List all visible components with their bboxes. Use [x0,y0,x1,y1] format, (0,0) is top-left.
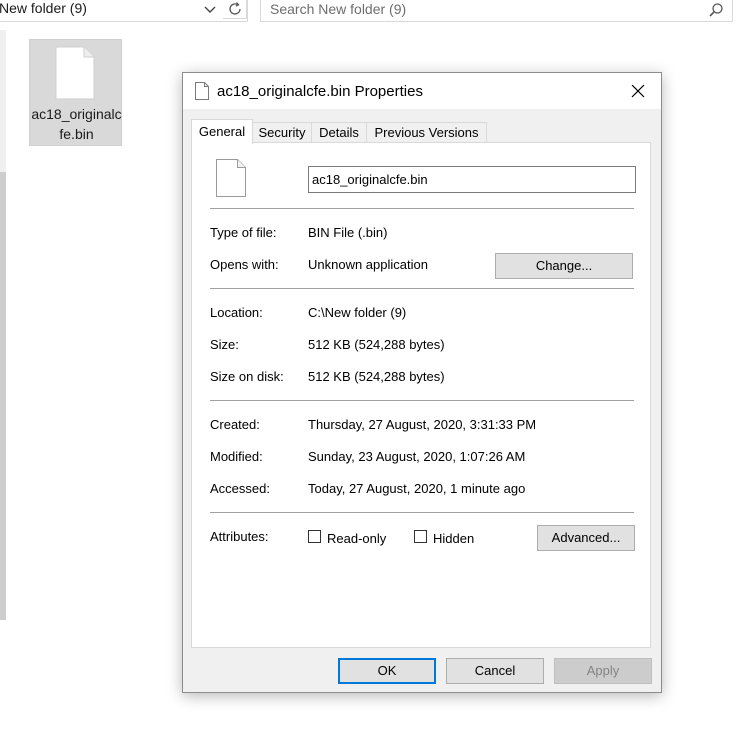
dialog-titlebar[interactable]: ac18_originalcfe.bin Properties [183,73,661,109]
divider [210,208,634,209]
opens-with-label: Opens with: [210,257,279,272]
address-bar[interactable]: New folder (9) [0,0,248,22]
type-value: BIN File (.bin) [308,225,388,240]
location-label: Location: [210,305,263,320]
nav-pane-edge [0,30,6,172]
search-icon [709,3,723,17]
hidden-checkbox[interactable] [414,530,427,543]
refresh-button[interactable] [223,0,247,19]
accessed-value: Today, 27 August, 2020, 1 minute ago [308,481,526,496]
advanced-button[interactable]: Advanced... [537,525,635,551]
dialog-title: ac18_originalcfe.bin Properties [217,83,423,100]
opens-with-value: Unknown application [308,257,428,272]
file-name-field[interactable] [308,166,636,193]
modified-value: Sunday, 23 August, 2020, 1:07:26 AM [308,449,526,464]
close-icon [631,84,645,98]
file-icon [55,46,95,100]
size-on-disk-value: 512 KB (524,288 bytes) [308,369,445,384]
chevron-down-icon[interactable] [203,2,217,16]
read-only-label[interactable]: Read-only [327,531,386,546]
refresh-icon [229,2,241,15]
modified-label: Modified: [210,449,263,464]
file-icon [216,159,246,197]
location-value: C:\New folder (9) [308,305,407,320]
file-item-name: ac18_originalcfe.bin [31,106,122,142]
tab-general[interactable]: General [191,119,253,144]
tab-previous-versions[interactable]: Previous Versions [366,122,487,142]
divider [210,400,634,401]
general-panel: Type of file: BIN File (.bin) Opens with… [191,142,651,648]
divider [210,288,634,289]
attributes-label: Attributes: [210,529,269,544]
search-placeholder: Search New folder (9) [270,1,407,17]
created-label: Created: [210,417,260,432]
address-text: New folder (9) [0,0,87,16]
hidden-label[interactable]: Hidden [433,531,474,546]
apply-button[interactable]: Apply [554,658,652,684]
read-only-checkbox[interactable] [308,530,321,543]
search-input[interactable]: Search New folder (9) [260,0,733,22]
created-value: Thursday, 27 August, 2020, 3:31:33 PM [308,417,537,432]
cancel-button[interactable]: Cancel [446,658,544,684]
size-on-disk-label: Size on disk: [210,369,284,384]
properties-dialog: ac18_originalcfe.bin Properties General … [182,72,662,693]
ok-button[interactable]: OK [338,658,436,684]
file-item[interactable]: ac18_originalcfe.bin [29,39,122,146]
accessed-label: Accessed: [210,481,270,496]
file-icon [195,82,209,100]
tab-security[interactable]: Security [252,122,312,142]
close-button[interactable] [615,73,661,109]
size-label: Size: [210,337,239,352]
nav-pane-scrollbar[interactable] [0,172,6,620]
divider [210,512,634,513]
size-value: 512 KB (524,288 bytes) [308,337,445,352]
change-button[interactable]: Change... [495,253,633,279]
type-label: Type of file: [210,225,277,240]
tab-details[interactable]: Details [311,122,367,142]
